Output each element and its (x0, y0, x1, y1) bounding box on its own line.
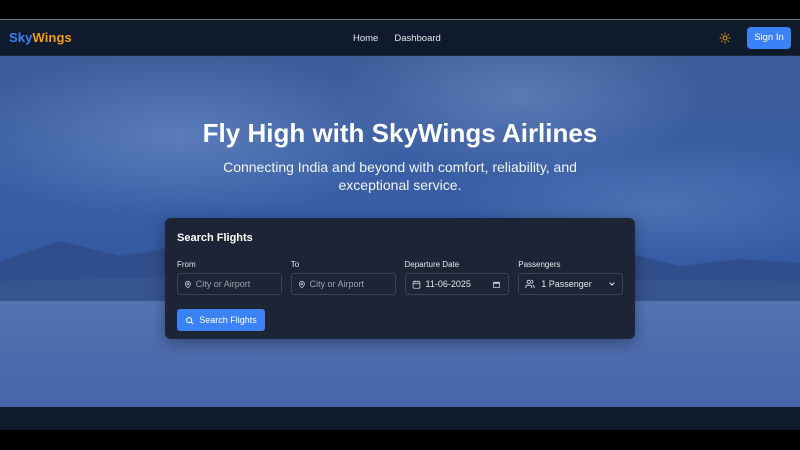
map-pin-icon (184, 280, 191, 288)
to-input[interactable] (305, 278, 395, 290)
passengers-label: Passengers (518, 260, 561, 269)
departure-date-value: 11-06-2025 (425, 279, 471, 289)
search-flights-button[interactable]: Search Flights (177, 309, 265, 331)
from-field-group: From (177, 260, 282, 295)
sun-icon (719, 32, 731, 43)
departure-label: Departure Date (404, 260, 460, 269)
hero-section: Fly High with SkyWings Airlines Connecti… (0, 56, 800, 407)
search-card-title: Search Flights (177, 232, 253, 244)
departure-date-input[interactable]: 11-06-2025 (404, 273, 510, 295)
brand-part-wings: Wings (32, 30, 72, 45)
hero-subtitle: Connecting India and beyond with comfort… (223, 159, 577, 193)
from-label: From (177, 260, 196, 269)
navbar: SkyWings Home Dashboard Sign In (0, 20, 800, 56)
calendar-icon (412, 279, 420, 289)
app-window: SkyWings Home Dashboard Sign In Fly High… (0, 20, 800, 430)
search-flights-card: Search Flights From To (165, 218, 635, 339)
date-picker-icon[interactable] (492, 280, 501, 289)
passengers-value: 1 Passenger (541, 279, 592, 289)
hero-title: Fly High with SkyWings Airlines (202, 118, 598, 148)
nav-link-home[interactable]: Home (353, 33, 378, 44)
theme-toggle-button[interactable] (717, 30, 733, 46)
search-fields: From To (177, 260, 623, 295)
to-field-group: To (290, 260, 396, 295)
chevron-down-icon (609, 282, 615, 286)
to-label: To (290, 260, 300, 269)
departure-field-group: Departure Date 11-06-2025 (404, 260, 510, 295)
brand-logo[interactable]: SkyWings (9, 30, 72, 45)
passengers-field-group: Passengers 1 Passenger (518, 260, 623, 295)
nav-link-dashboard[interactable]: Dashboard (394, 33, 440, 44)
nav-actions: Sign In (717, 26, 791, 49)
from-input-wrapper (177, 273, 282, 295)
next-section-strip (0, 407, 800, 430)
brand-part-sky: Sky (9, 30, 33, 45)
map-pin-icon (298, 280, 305, 288)
users-icon (525, 279, 535, 289)
main-nav: Home Dashboard (353, 20, 441, 56)
screen-top-bar (0, 0, 800, 20)
to-input-wrapper (290, 273, 396, 295)
sign-in-button[interactable]: Sign In (747, 26, 791, 49)
search-button-label: Search Flights (199, 315, 257, 325)
passengers-select[interactable]: 1 Passenger (518, 273, 623, 295)
search-icon (186, 316, 194, 324)
from-input[interactable] (191, 278, 281, 290)
screen-bottom-bar (0, 430, 800, 450)
